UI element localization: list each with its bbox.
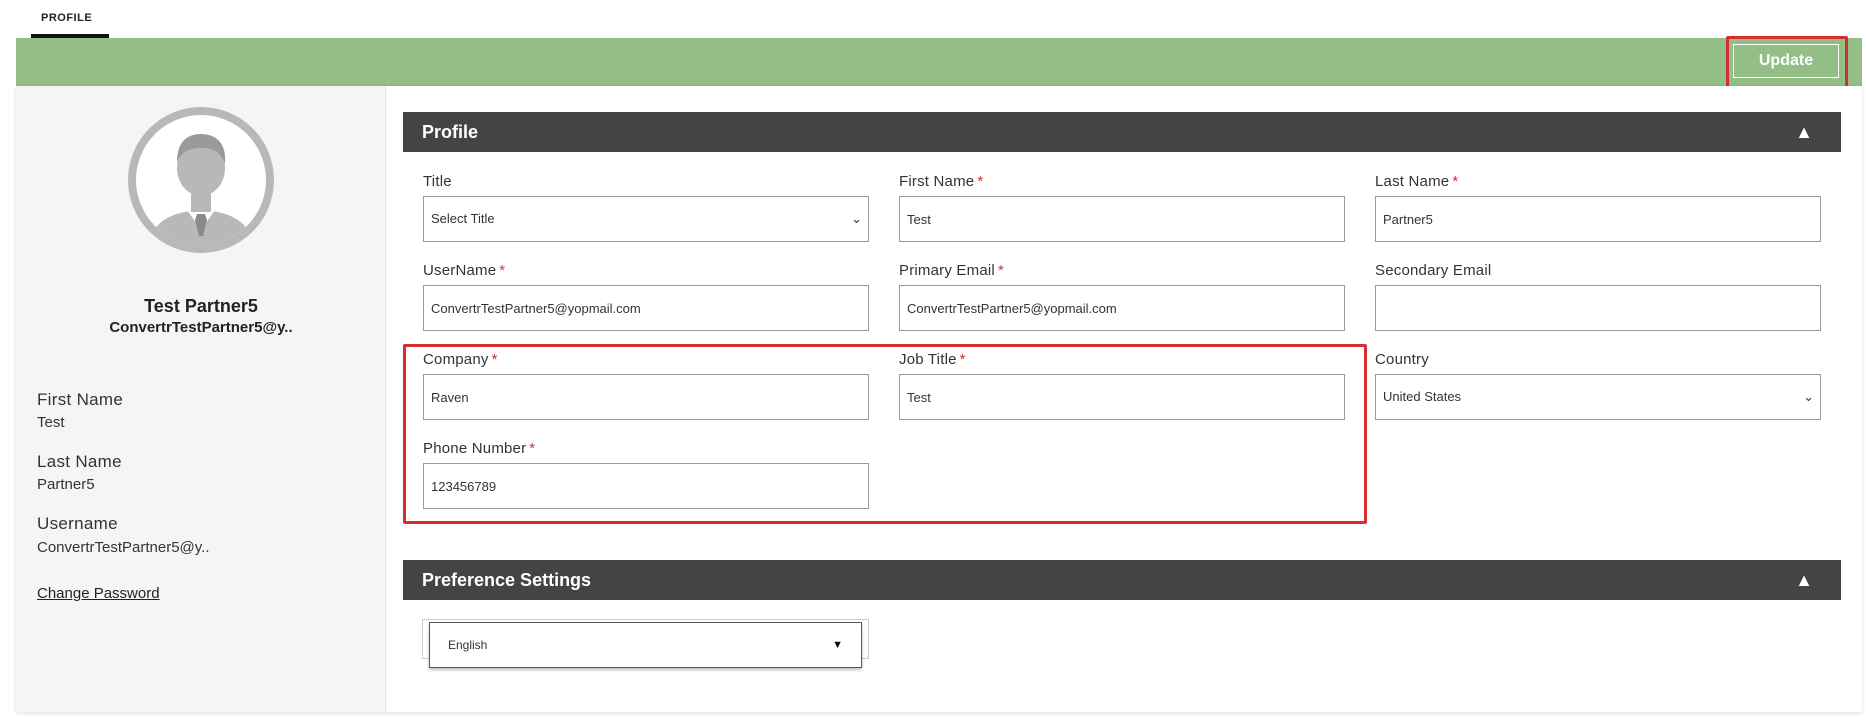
primary-email-input[interactable] xyxy=(899,285,1345,331)
last-name-label: Last Name * xyxy=(1375,173,1459,190)
first-name-label: First Name * xyxy=(899,173,984,190)
chevron-up-icon[interactable]: ▲ xyxy=(1795,112,1813,152)
sidebar-display-email: ConvertrTestPartner5@y.. xyxy=(109,319,293,336)
language-select[interactable]: English ▼ xyxy=(429,622,862,668)
company-input[interactable] xyxy=(423,374,869,420)
phone-number-input[interactable] xyxy=(423,463,869,509)
chevron-up-icon[interactable]: ▲ xyxy=(1795,560,1813,600)
last-name-input[interactable] xyxy=(1375,196,1821,242)
sidebar-first-name-value: Test xyxy=(37,414,65,431)
sidebar-display-name: Test Partner5 xyxy=(144,296,258,316)
secondary-email-label: Secondary Email xyxy=(1375,262,1492,279)
tab-profile[interactable]: PROFILE xyxy=(31,0,109,38)
secondary-email-input[interactable] xyxy=(1375,285,1821,331)
caret-down-icon: ▼ xyxy=(832,639,843,651)
country-select[interactable]: United States ⌄ xyxy=(1375,374,1821,420)
chevron-down-icon: ⌄ xyxy=(851,211,862,226)
primary-email-label: Primary Email * xyxy=(899,262,1004,279)
chevron-down-icon: ⌄ xyxy=(1803,389,1814,404)
job-title-input[interactable] xyxy=(899,374,1345,420)
profile-section-header[interactable]: Profile ▲ xyxy=(403,112,1841,152)
title-select[interactable]: Select Title ⌄ xyxy=(423,196,869,242)
action-bar xyxy=(16,38,1862,86)
avatar-icon xyxy=(128,107,274,253)
first-name-input[interactable] xyxy=(899,196,1345,242)
sidebar-last-name-label: Last Name xyxy=(37,452,122,471)
company-label: Company * xyxy=(423,351,498,368)
profile-section-title: Profile xyxy=(422,122,479,142)
phone-number-label: Phone Number * xyxy=(423,440,536,457)
update-button[interactable]: Update xyxy=(1733,44,1839,78)
change-password-link[interactable]: Change Password xyxy=(37,585,160,602)
username-input[interactable] xyxy=(423,285,869,331)
title-label: Title xyxy=(423,173,452,190)
sidebar-username-value: ConvertrTestPartner5@y.. xyxy=(37,539,210,556)
sidebar-first-name-label: First Name xyxy=(37,390,124,409)
sidebar-username-label: Username xyxy=(37,514,118,533)
sidebar-last-name-value: Partner5 xyxy=(37,476,95,493)
username-label: UserName * xyxy=(423,262,506,279)
job-title-label: Job Title * xyxy=(899,351,966,368)
preference-section-title: Preference Settings xyxy=(422,570,592,590)
preference-section-header[interactable]: Preference Settings ▲ xyxy=(403,560,1841,600)
country-label: Country xyxy=(1375,351,1429,368)
